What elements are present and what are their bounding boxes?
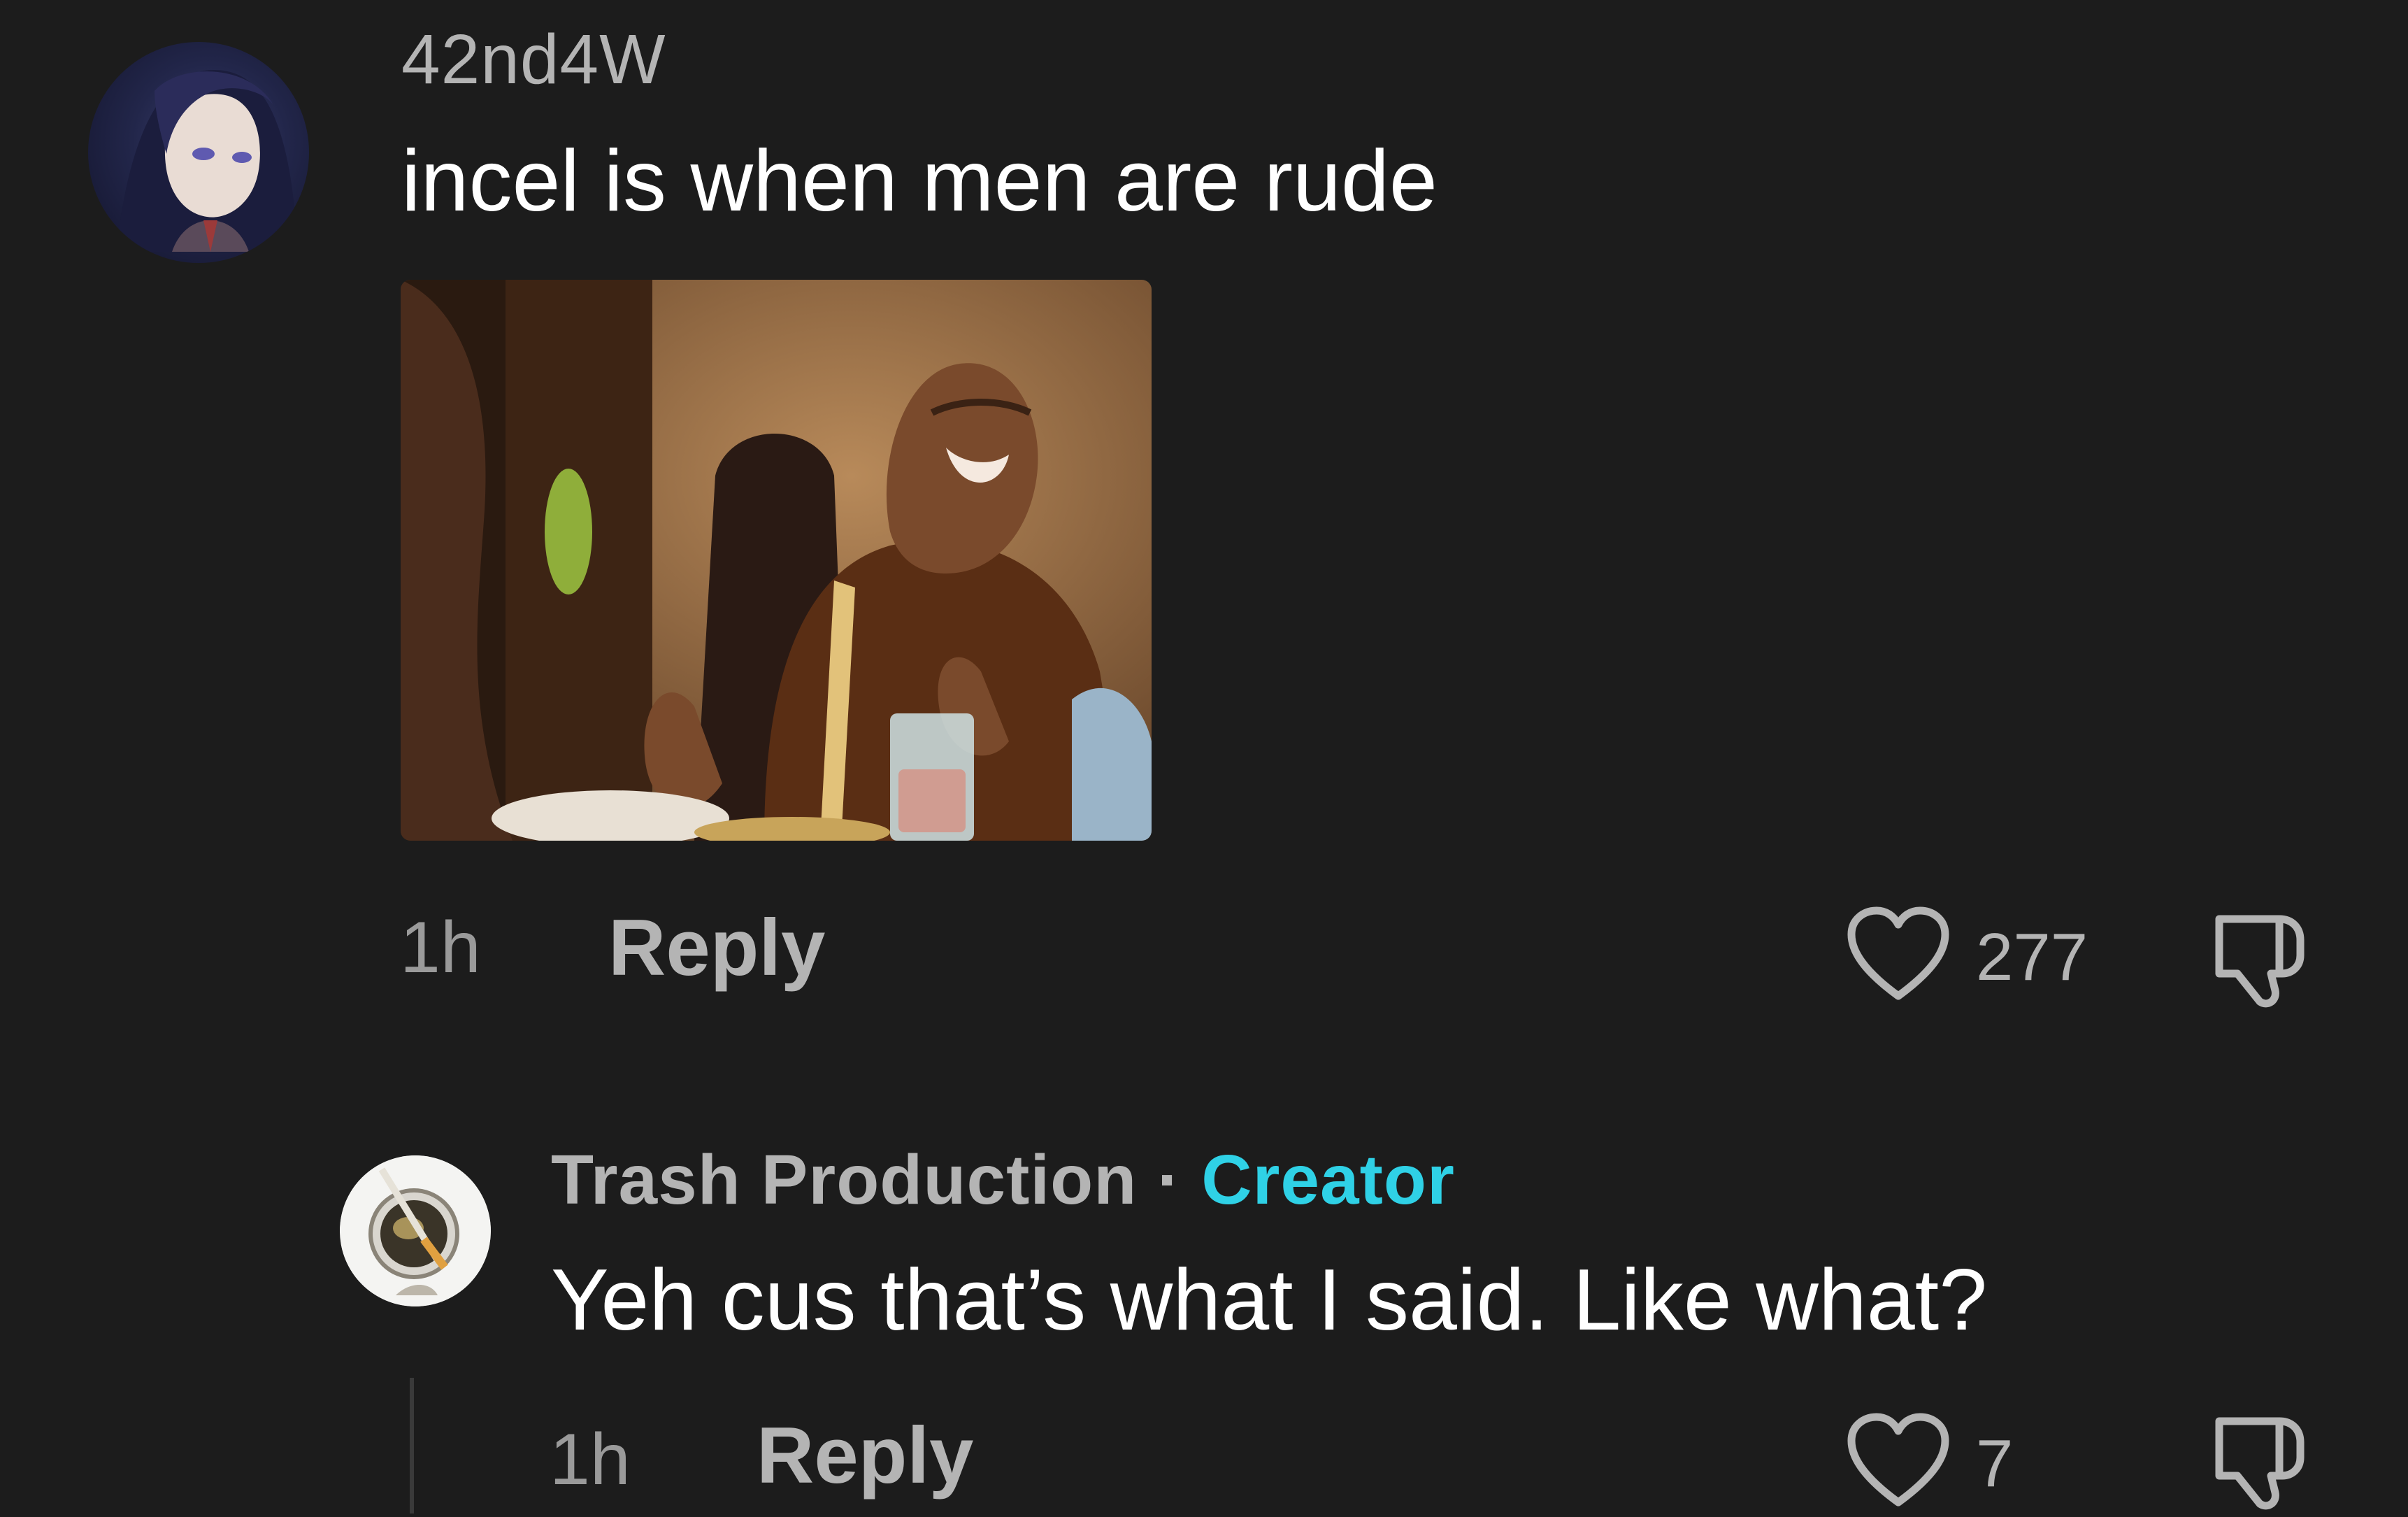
like-count: 7 xyxy=(1976,1425,2014,1501)
comment-username[interactable]: 42nd4W xyxy=(401,20,666,100)
thread-line xyxy=(410,1378,414,1514)
reply-text: Yeh cus that’s what I said. Like what? xyxy=(551,1252,1988,1348)
like-button[interactable]: 277 xyxy=(1846,906,2088,1008)
separator: · xyxy=(1157,1141,1182,1219)
reply-button[interactable]: Reply xyxy=(757,1410,973,1502)
reply-timestamp: 1h xyxy=(550,1419,631,1500)
reply-button[interactable]: Reply xyxy=(608,902,825,994)
like-button[interactable]: 7 xyxy=(1846,1413,2013,1514)
avatar[interactable] xyxy=(340,1155,491,1306)
comment-text: incel is when men are rude xyxy=(401,133,1438,229)
comment-media-image[interactable] xyxy=(401,280,1152,841)
heart-icon[interactable] xyxy=(1846,1413,1951,1514)
comment-timestamp: 1h xyxy=(400,907,481,988)
thumbs-down-icon[interactable] xyxy=(2209,906,2314,1015)
reply-author: Trash Production · Creator xyxy=(551,1140,1455,1220)
like-count: 277 xyxy=(1976,919,2088,995)
avatar[interactable] xyxy=(88,42,309,263)
creator-badge: Creator xyxy=(1201,1141,1455,1219)
thumbs-down-icon[interactable] xyxy=(2209,1409,2314,1517)
reply-username[interactable]: Trash Production xyxy=(551,1141,1137,1219)
heart-icon[interactable] xyxy=(1846,906,1951,1008)
